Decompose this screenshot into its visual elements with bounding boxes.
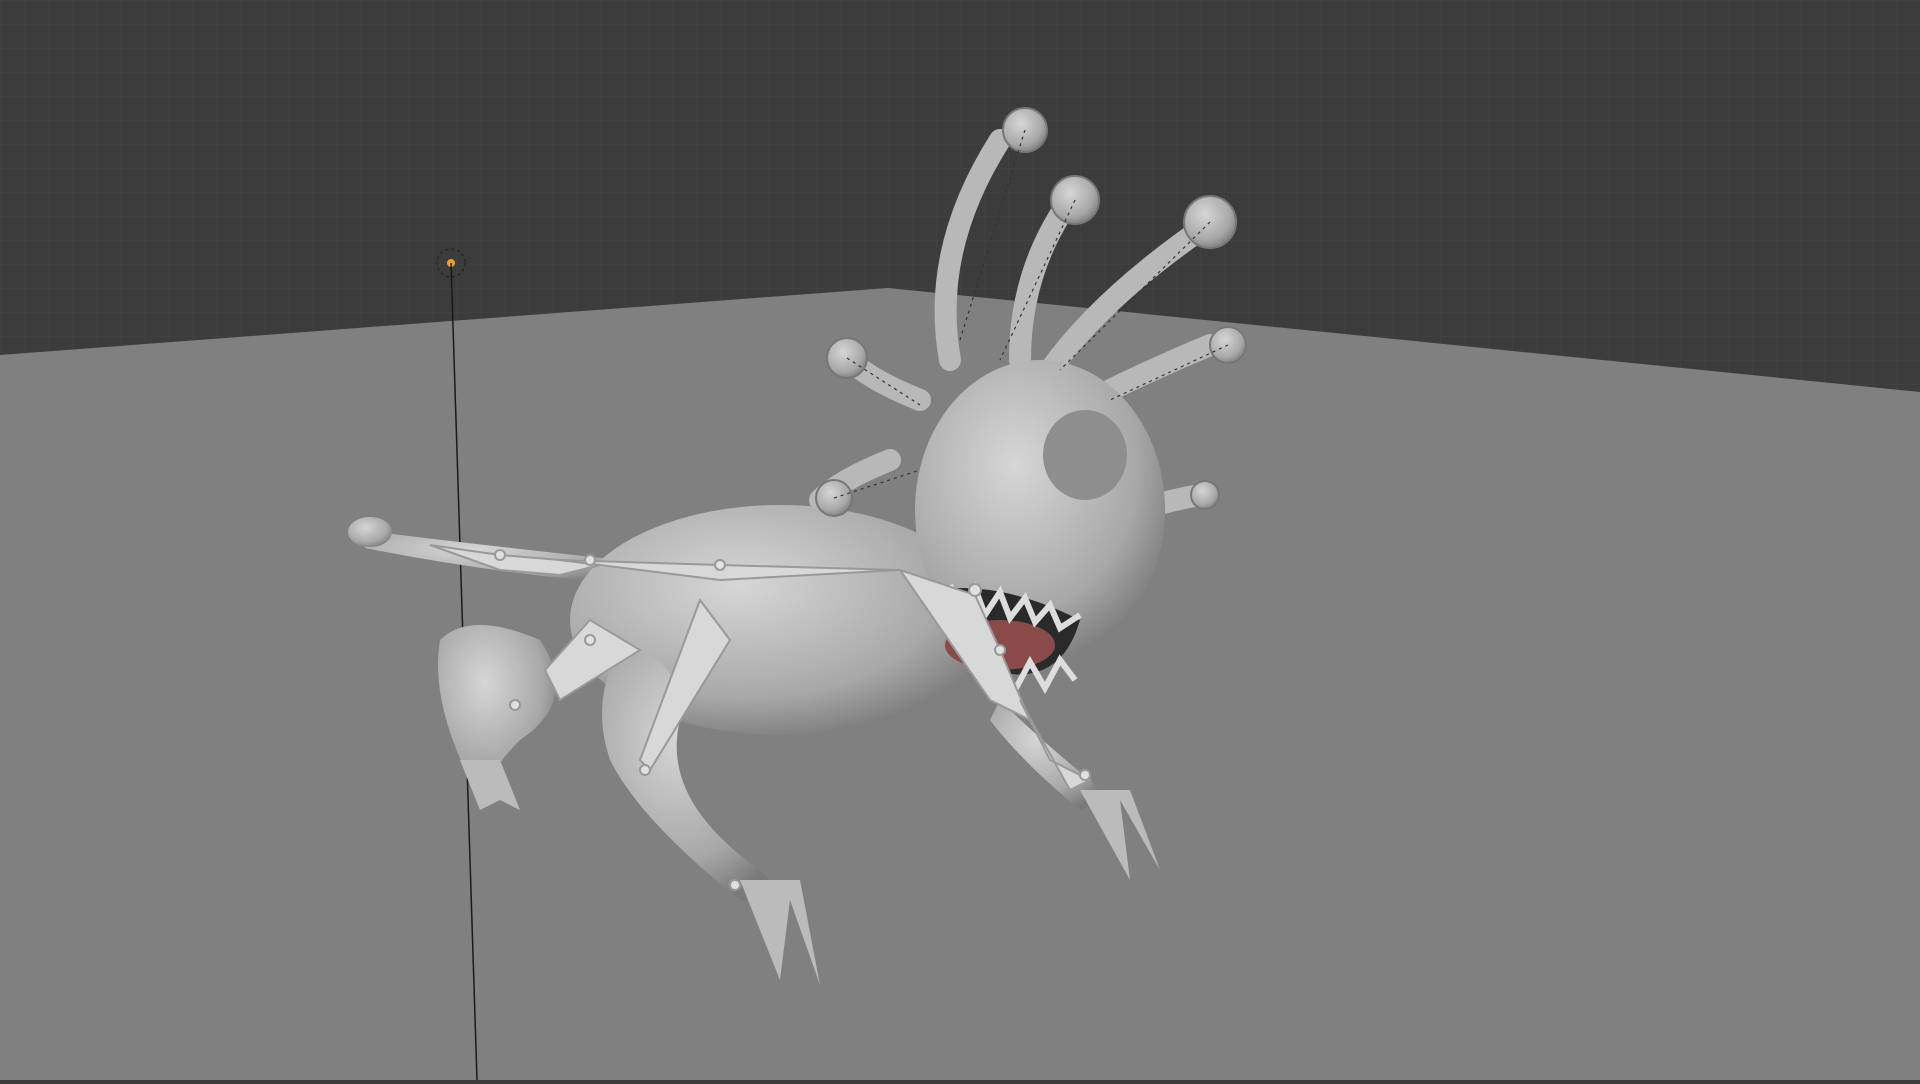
3d-viewport[interactable] — [0, 0, 1920, 1081]
viewport-canvas — [0, 0, 1920, 1081]
